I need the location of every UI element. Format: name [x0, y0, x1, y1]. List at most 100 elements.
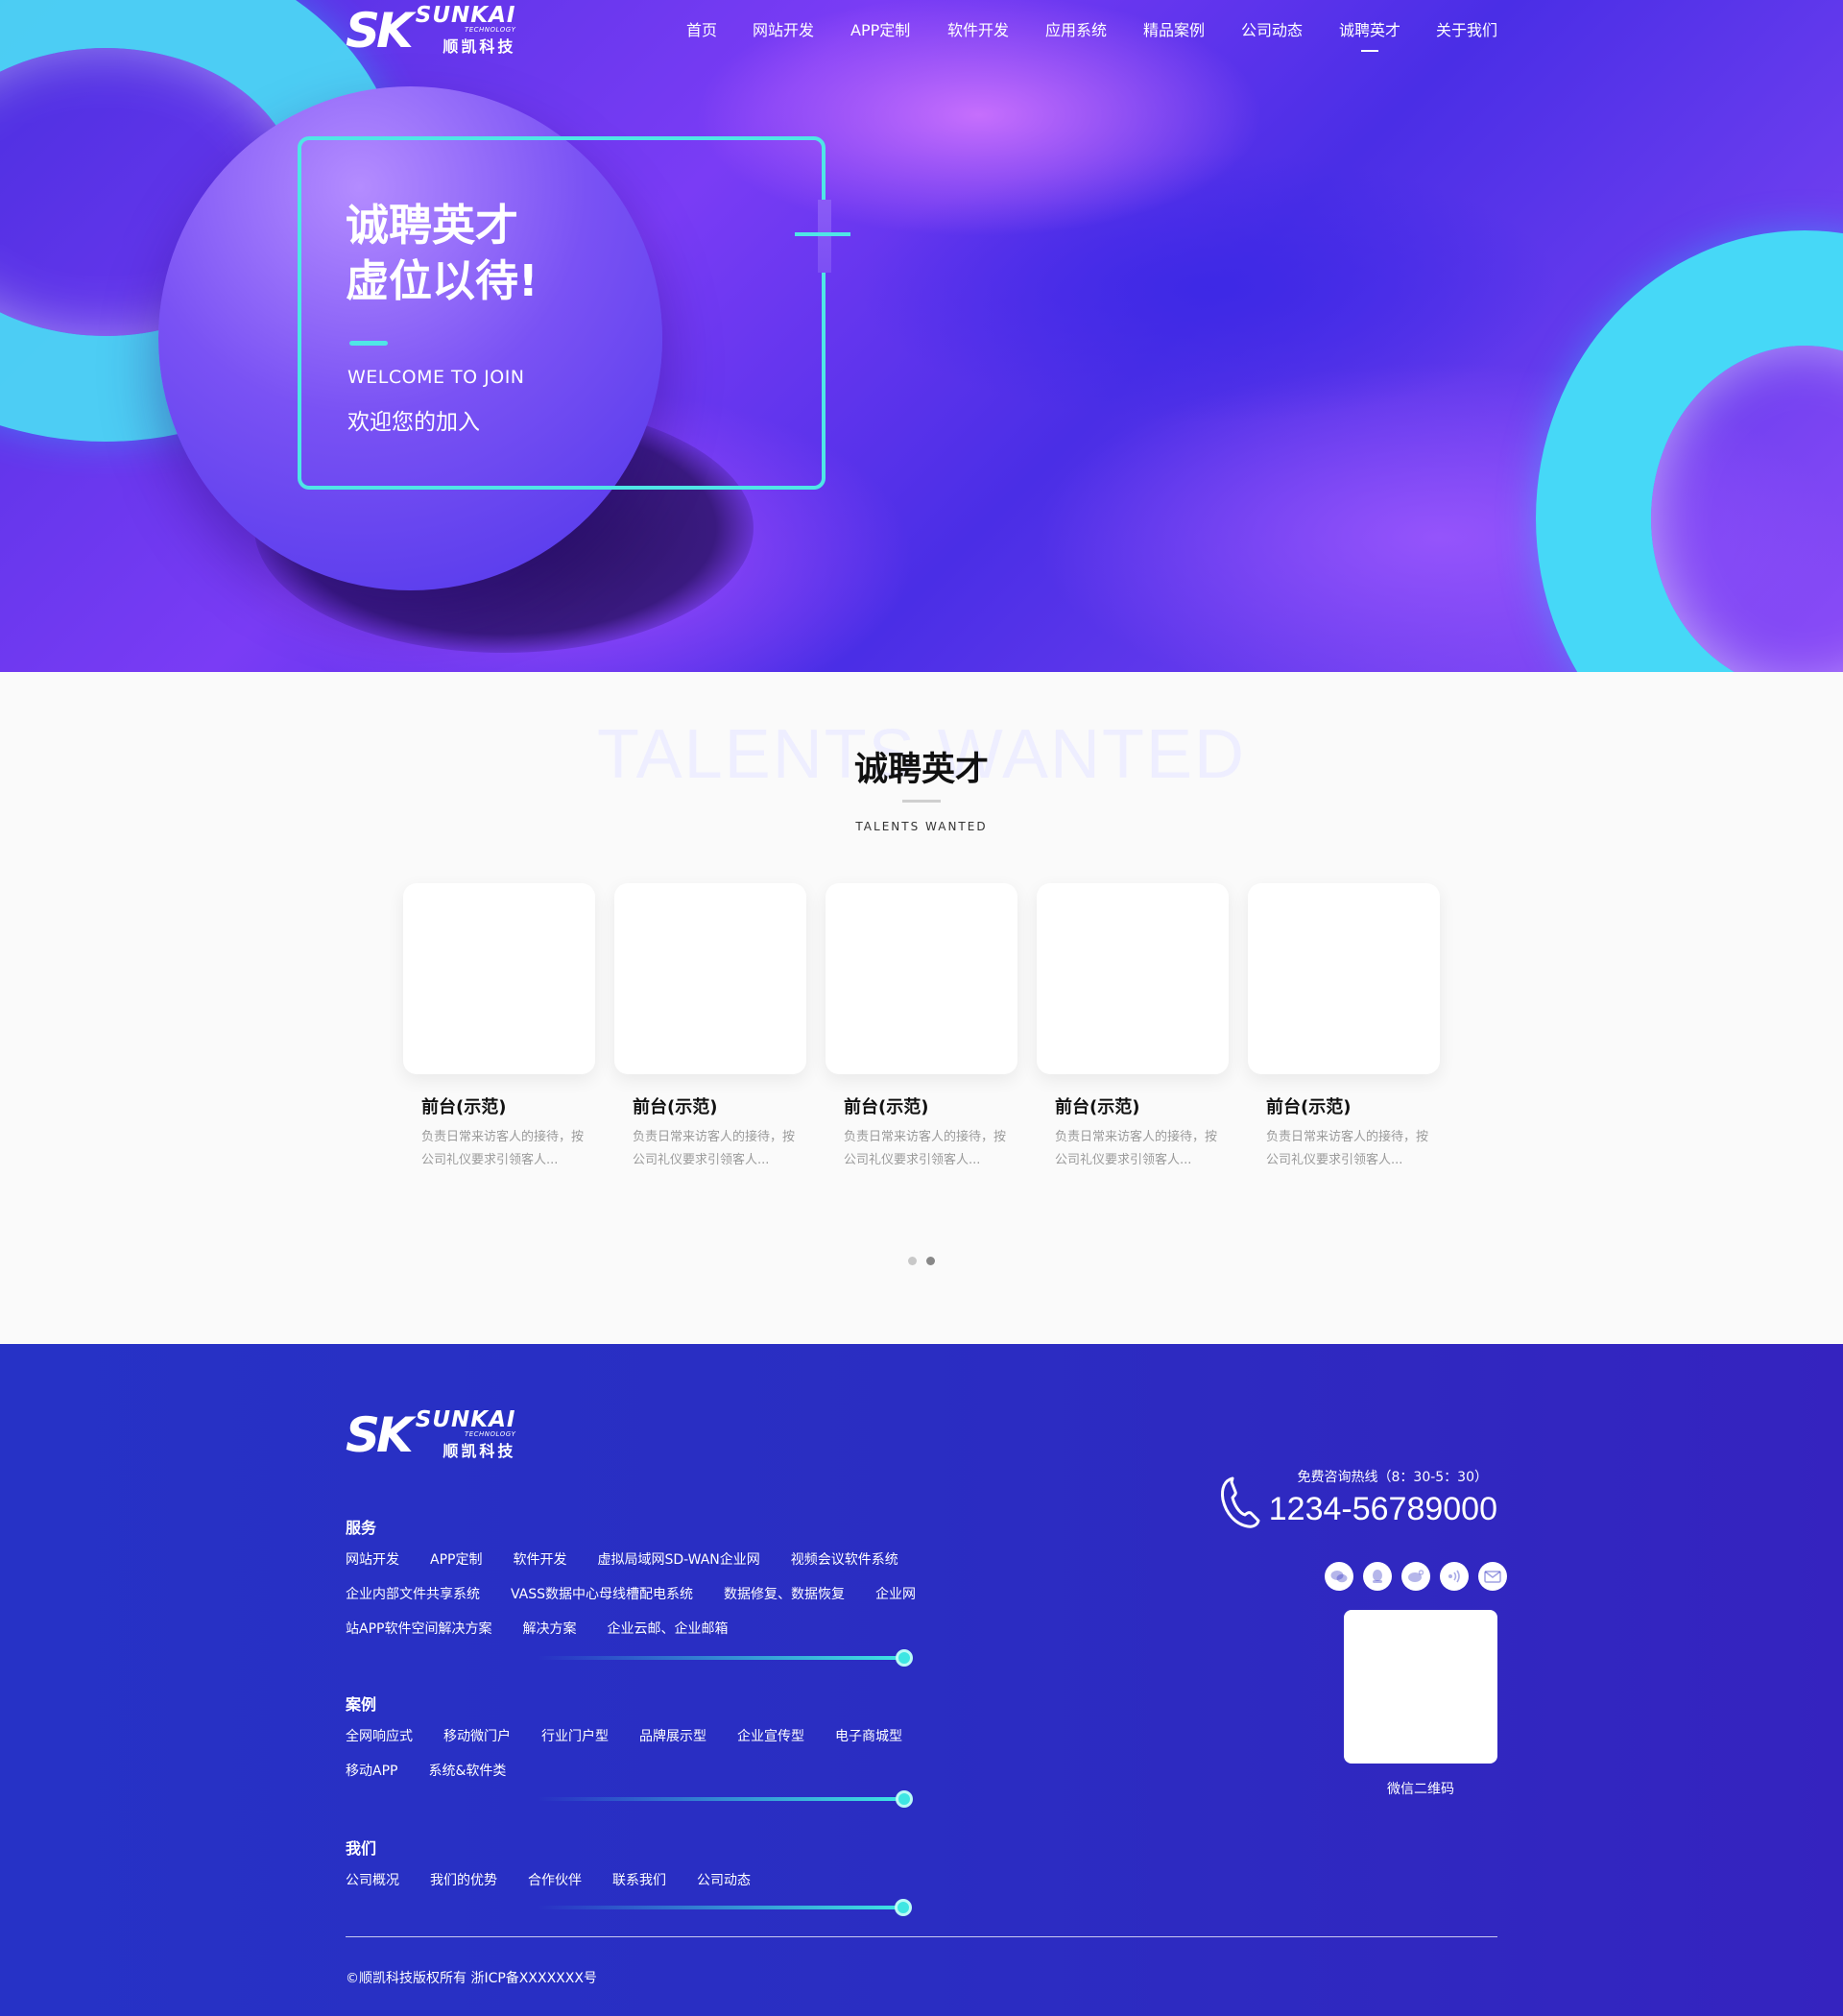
- footer-link[interactable]: 移动微门户: [443, 1719, 511, 1754]
- job-card[interactable]: 前台(示范) 负责日常来访客人的接待，按公司礼仪要求引领客人...: [1037, 883, 1229, 1172]
- footer-services-links: 网站开发 APP定制 软件开发 虚拟局域网SD-WAN企业网 视频会议软件系统 …: [346, 1543, 941, 1646]
- hero-title: 诚聘英才 虚位以待!: [346, 198, 730, 309]
- services-slider-knob[interactable]: [896, 1649, 913, 1667]
- nav-item-about[interactable]: 关于我们: [1436, 17, 1497, 40]
- footer-link[interactable]: 企业内部文件共享系统: [346, 1577, 480, 1612]
- nav-item-cases[interactable]: 精品案例: [1143, 17, 1205, 40]
- section-subtitle: TALENTS WANTED: [855, 820, 988, 833]
- job-card-image: [826, 883, 1017, 1074]
- about-slider-knob[interactable]: [895, 1899, 912, 1916]
- logo-mark: SK: [346, 1407, 414, 1463]
- carousel-pagination: [908, 1257, 945, 1265]
- logo-name-en: SUNKAI: [415, 1407, 516, 1432]
- hotline-number[interactable]: 1234-56789000: [1248, 1491, 1497, 1528]
- logo-mark: SK: [346, 3, 414, 59]
- qr-label: 微信二维码: [1387, 1782, 1454, 1797]
- footer-link[interactable]: 企业宣传型: [737, 1719, 804, 1754]
- mail-icon[interactable]: [1478, 1562, 1507, 1591]
- nav-item-home[interactable]: 首页: [686, 17, 717, 40]
- footer-link[interactable]: 我们的优势: [430, 1863, 497, 1898]
- job-card-title: 前台(示范): [1266, 1097, 1352, 1117]
- services-slider-track: [538, 1656, 902, 1660]
- hero-frame-dash: [795, 232, 850, 236]
- nav-item-careers[interactable]: 诚聘英才: [1339, 17, 1400, 52]
- footer-link[interactable]: 合作伙伴: [528, 1863, 582, 1898]
- job-card-image: [614, 883, 806, 1074]
- nav-item-app[interactable]: APP定制: [850, 17, 910, 40]
- footer-cases-title: 案例: [346, 1695, 377, 1714]
- logo-name-en: SUNKAI: [415, 3, 516, 28]
- section-title: 诚聘英才: [853, 751, 989, 789]
- logo-text: SUNKAI TECHNOLOGY 顺凯科技: [416, 1409, 516, 1461]
- job-card-image: [1037, 883, 1229, 1074]
- footer-link[interactable]: 电子商城型: [835, 1719, 902, 1754]
- qq-icon[interactable]: [1363, 1562, 1392, 1591]
- hero-frame: [298, 136, 826, 490]
- footer-link[interactable]: 站APP软件空间解决方案: [346, 1612, 491, 1646]
- job-card-image: [1248, 883, 1440, 1074]
- nav-item-web-dev[interactable]: 网站开发: [753, 17, 814, 40]
- copyright: ©顺凯科技版权所有 浙ICP备XXXXXXX号: [346, 1971, 597, 1986]
- hero-accent-line: [349, 341, 388, 346]
- about-slider-track: [538, 1906, 902, 1909]
- header-logo[interactable]: SK SUNKAI TECHNOLOGY 顺凯科技: [346, 5, 515, 57]
- footer-about-title: 我们: [346, 1839, 377, 1858]
- footer-divider: [346, 1936, 1497, 1937]
- footer-link[interactable]: 企业网: [875, 1577, 916, 1612]
- footer-link[interactable]: 视频会议软件系统: [791, 1543, 898, 1577]
- cases-slider-knob[interactable]: [896, 1790, 913, 1808]
- footer-link[interactable]: 行业门户型: [541, 1719, 609, 1754]
- hotline-label: 免费咨询热线（8：30-5：30）: [1297, 1470, 1489, 1485]
- nav-item-systems[interactable]: 应用系统: [1045, 17, 1107, 40]
- job-card-title: 前台(示范): [633, 1097, 718, 1117]
- footer-link[interactable]: 移动APP: [346, 1754, 397, 1788]
- job-card-desc: 负责日常来访客人的接待，按公司礼仪要求引领客人...: [1266, 1130, 1429, 1167]
- footer-link[interactable]: 企业云邮、企业邮箱: [607, 1612, 728, 1646]
- footer-logo[interactable]: SK SUNKAI TECHNOLOGY 顺凯科技: [346, 1409, 515, 1461]
- job-card-list: 前台(示范) 负责日常来访客人的接待，按公司礼仪要求引领客人... 前台(示范)…: [403, 883, 1459, 1172]
- pagination-dot[interactable]: [908, 1257, 917, 1265]
- logo-name-cn: 顺凯科技: [443, 1442, 516, 1460]
- cases-slider-track: [538, 1797, 902, 1801]
- footer-link[interactable]: 系统&软件类: [428, 1754, 506, 1788]
- job-card-desc: 负责日常来访客人的接待，按公司礼仪要求引领客人...: [844, 1130, 1007, 1167]
- wechat-qr-code: [1344, 1610, 1497, 1764]
- hero-title-line2: 虚位以待!: [346, 255, 539, 306]
- hero-title-line1: 诚聘英才: [346, 200, 519, 251]
- job-card-title: 前台(示范): [844, 1097, 929, 1117]
- hero-subtitle-en: WELCOME TO JOIN: [347, 367, 525, 388]
- job-card-title: 前台(示范): [421, 1097, 507, 1117]
- pagination-dot-active[interactable]: [926, 1257, 935, 1265]
- footer-services-title: 服务: [346, 1519, 377, 1537]
- voice-icon[interactable]: [1440, 1562, 1469, 1591]
- footer-link[interactable]: 数据修复、数据恢复: [724, 1577, 845, 1612]
- footer-link[interactable]: 软件开发: [513, 1543, 566, 1577]
- footer-link[interactable]: 公司概况: [346, 1863, 399, 1898]
- job-card[interactable]: 前台(示范) 负责日常来访客人的接待，按公司礼仪要求引领客人...: [403, 883, 595, 1172]
- decorative-ring-right: [1536, 230, 1843, 672]
- wechat-icon[interactable]: [1325, 1562, 1353, 1591]
- job-card-desc: 负责日常来访客人的接待，按公司礼仪要求引领客人...: [421, 1130, 585, 1167]
- nav-item-news[interactable]: 公司动态: [1241, 17, 1303, 40]
- footer-link[interactable]: 公司动态: [697, 1863, 751, 1898]
- hero-frame-gap: [818, 200, 831, 273]
- footer-link[interactable]: 虚拟局域网SD-WAN企业网: [597, 1543, 759, 1577]
- job-card[interactable]: 前台(示范) 负责日常来访客人的接待，按公司礼仪要求引领客人...: [614, 883, 806, 1172]
- footer-link[interactable]: 联系我们: [612, 1863, 666, 1898]
- job-card[interactable]: 前台(示范) 负责日常来访客人的接待，按公司礼仪要求引领客人...: [826, 883, 1017, 1172]
- job-card[interactable]: 前台(示范) 负责日常来访客人的接待，按公司礼仪要求引领客人...: [1248, 883, 1440, 1172]
- footer-cases-links: 全网响应式 移动微门户 行业门户型 品牌展示型 企业宣传型 电子商城型 移动AP…: [346, 1719, 941, 1788]
- weibo-icon[interactable]: [1401, 1562, 1430, 1591]
- job-card-title: 前台(示范): [1055, 1097, 1140, 1117]
- footer-link[interactable]: 全网响应式: [346, 1719, 413, 1754]
- footer-link[interactable]: 品牌展示型: [639, 1719, 706, 1754]
- nav-item-software[interactable]: 软件开发: [947, 17, 1009, 40]
- footer-link[interactable]: 解决方案: [522, 1612, 576, 1646]
- footer: [0, 1344, 1843, 2016]
- footer-link[interactable]: APP定制: [430, 1543, 482, 1577]
- footer-link[interactable]: VASS数据中心母线槽配电系统: [511, 1577, 693, 1612]
- social-links: [1315, 1562, 1507, 1591]
- footer-link[interactable]: 网站开发: [346, 1543, 399, 1577]
- job-card-image: [403, 883, 595, 1074]
- hero-banner: 诚聘英才 虚位以待! WELCOME TO JOIN 欢迎您的加入: [0, 0, 1843, 672]
